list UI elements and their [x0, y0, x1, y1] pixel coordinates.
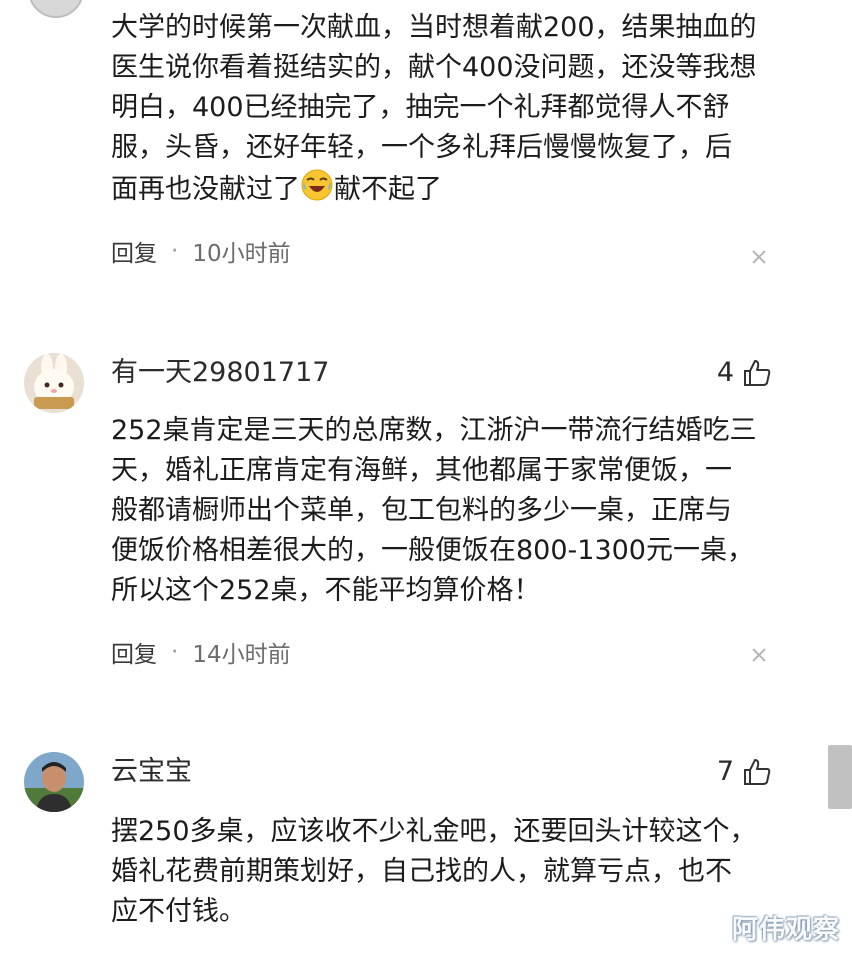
comment-meta: 回复 · 14小时前 — [111, 636, 291, 668]
reply-button[interactable]: 回复 — [111, 635, 157, 669]
close-icon[interactable] — [750, 248, 768, 266]
separator-dot: · — [171, 639, 179, 665]
username[interactable]: 有一天29801717 — [111, 357, 329, 389]
rabbit-avatar-icon — [24, 353, 84, 413]
like-button[interactable]: 7 — [717, 755, 772, 789]
comment-body-text: 献不起了 — [334, 174, 442, 205]
comment-meta: 回复 · 10小时前 — [111, 235, 291, 267]
thumbs-up-icon — [742, 757, 772, 787]
comment-time: 14小时前 — [192, 642, 291, 668]
reply-button[interactable]: 回复 — [111, 234, 157, 268]
comment-time: 10小时前 — [192, 241, 291, 267]
comment-body: 大学的时候第一次献血，当时想着献200，结果抽血的 医生说你看着挺结实的，献个4… — [111, 8, 791, 214]
like-count: 4 — [716, 357, 734, 388]
avatar[interactable] — [24, 752, 84, 812]
username[interactable]: 云宝宝 — [111, 756, 192, 788]
thumbs-up-icon — [742, 358, 772, 388]
laugh-cry-emoji — [300, 168, 334, 214]
like-button[interactable]: 4 — [717, 356, 772, 390]
comment-body: 252桌肯定是三天的总席数，江浙沪一带流行结婚吃三 天，婚礼正席肯定有海鲜，其他… — [111, 415, 757, 606]
close-icon[interactable] — [750, 646, 768, 664]
scrollbar-thumb[interactable] — [828, 745, 852, 809]
comment-body: 摆250多桌，应该收不少礼金吧，还要回头计较这个， 婚礼花费前期策划好，自己找的… — [111, 816, 757, 927]
separator-dot: · — [171, 238, 179, 264]
watermark: 阿伟观察 — [731, 915, 840, 945]
avatar[interactable] — [24, 353, 84, 413]
avatar[interactable] — [28, 0, 84, 18]
like-count: 7 — [716, 756, 734, 787]
man-avatar-icon — [24, 752, 84, 812]
